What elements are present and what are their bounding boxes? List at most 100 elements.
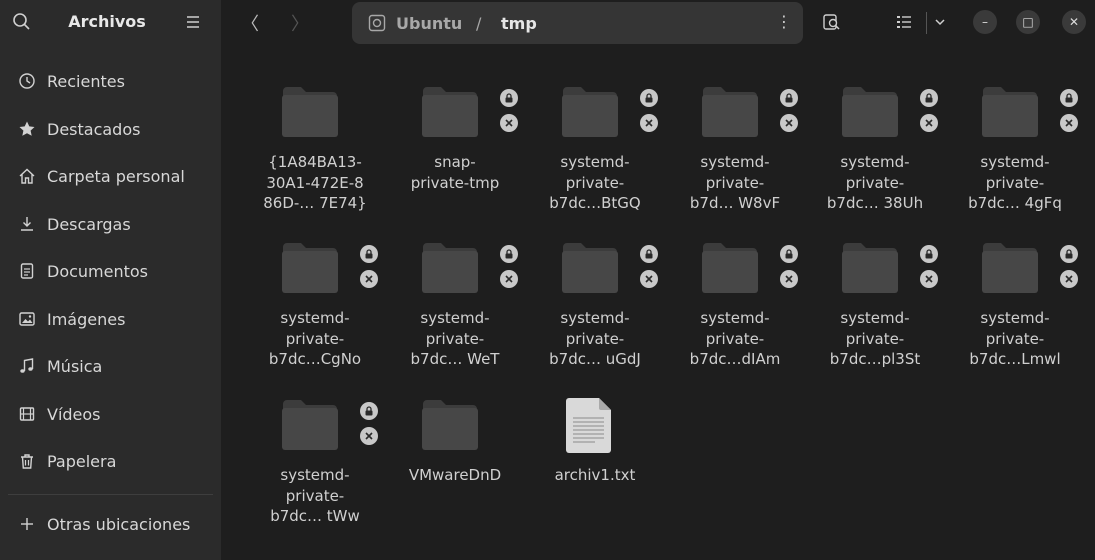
- sidebar-item-musica[interactable]: Música: [0, 346, 221, 386]
- header-bar: 〈 〉 Ubuntu / tmp ⋮ – □ ✕: [221, 0, 1095, 44]
- file-item[interactable]: VMwareDnD: [385, 398, 525, 548]
- sidebar-item-imagenes[interactable]: Imágenes: [0, 299, 221, 339]
- file-name: {1A84BA13- 30A1-472E-8 86D-… 7E74}: [263, 153, 367, 212]
- search-files-icon[interactable]: [817, 8, 847, 36]
- lock-icon: [360, 402, 378, 420]
- file-item[interactable]: systemd- private- b7dc… tWw: [245, 398, 385, 548]
- app-title: Archivos: [68, 12, 146, 31]
- path-segment-root[interactable]: Ubuntu: [396, 14, 462, 33]
- no-access-icon: [500, 114, 518, 132]
- sidebar-item-label: Descargas: [47, 214, 131, 234]
- file-item[interactable]: systemd- private- b7d… W8vF: [665, 85, 805, 235]
- no-access-icon: [1060, 114, 1078, 132]
- document-icon: [17, 261, 37, 281]
- sidebar-item-label: Música: [47, 356, 103, 376]
- folder-icon: [421, 85, 479, 137]
- minimize-button[interactable]: –: [973, 10, 997, 34]
- sidebar-item-papelera[interactable]: Papelera: [0, 441, 221, 481]
- sidebar-item-descargas[interactable]: Descargas: [0, 204, 221, 244]
- image-icon: [17, 309, 37, 329]
- music-icon: [17, 356, 37, 376]
- file-item[interactable]: systemd- private- b7dc… 4gFq: [945, 85, 1085, 235]
- sidebar-item-carpeta-personal[interactable]: Carpeta personal: [0, 156, 221, 196]
- folder-icon: [281, 241, 339, 293]
- folder-icon: [841, 241, 899, 293]
- chevron-down-icon[interactable]: [925, 8, 955, 36]
- trash-icon: [17, 451, 37, 471]
- file-name: systemd- private- b7dc… 38Uh: [826, 153, 924, 212]
- search-icon[interactable]: [12, 12, 32, 32]
- no-access-icon: [640, 114, 658, 132]
- sidebar-item-documentos[interactable]: Documentos: [0, 251, 221, 291]
- close-button[interactable]: ✕: [1062, 10, 1086, 34]
- sidebar-item-label: Papelera: [47, 451, 117, 471]
- sidebar-divider: [8, 494, 213, 495]
- disk-icon: [368, 14, 386, 32]
- hamburger-menu-icon[interactable]: [184, 12, 204, 32]
- list-view-icon[interactable]: [889, 8, 919, 36]
- path-segment-current[interactable]: tmp: [501, 14, 537, 33]
- sidebar-header: Archivos: [0, 0, 221, 44]
- sidebar-item-label: Documentos: [47, 261, 149, 281]
- folder-icon: [561, 85, 619, 137]
- sidebar-item-label: Otras ubicaciones: [47, 514, 191, 534]
- no-access-icon: [360, 270, 378, 288]
- path-bar[interactable]: Ubuntu / tmp ⋮: [352, 2, 803, 44]
- file-name: systemd- private- b7dc…CgNo: [268, 309, 362, 368]
- lock-icon: [640, 245, 658, 263]
- sidebar: Archivos Recientes Destacados Carpeta pe…: [0, 0, 221, 560]
- no-access-icon: [920, 270, 938, 288]
- folder-icon: [281, 398, 339, 450]
- file-item[interactable]: systemd- private- b7dc…pl3St: [805, 241, 945, 391]
- file-name: systemd- private- b7dc…dIAm: [689, 309, 781, 368]
- file-item[interactable]: archiv1.txt: [525, 398, 665, 548]
- sidebar-item-recientes[interactable]: Recientes: [0, 61, 221, 101]
- file-item[interactable]: {1A84BA13- 30A1-472E-8 86D-… 7E74}: [245, 85, 385, 235]
- file-name: systemd- private- b7dc… uGdJ: [549, 309, 641, 368]
- lock-icon: [780, 89, 798, 107]
- path-separator: /: [476, 14, 482, 33]
- lock-icon: [360, 245, 378, 263]
- sidebar-item-label: Carpeta personal: [47, 166, 185, 186]
- folder-icon: [981, 85, 1039, 137]
- folder-icon: [561, 241, 619, 293]
- folder-icon: [981, 241, 1039, 293]
- path-menu-button[interactable]: ⋮: [776, 12, 792, 34]
- back-button[interactable]: 〈: [235, 9, 265, 37]
- no-access-icon: [1060, 270, 1078, 288]
- sidebar-item-videos[interactable]: Vídeos: [0, 394, 221, 434]
- sidebar-item-other-locations[interactable]: Otras ubicaciones: [0, 504, 221, 544]
- file-name: systemd- private- b7dc… 4gFq: [968, 153, 1062, 212]
- text-file-icon: [561, 396, 619, 454]
- lock-icon: [780, 245, 798, 263]
- folder-icon: [281, 85, 339, 137]
- no-access-icon: [640, 270, 658, 288]
- file-item[interactable]: systemd- private- b7dc…BtGQ: [525, 85, 665, 235]
- no-access-icon: [780, 114, 798, 132]
- no-access-icon: [920, 114, 938, 132]
- no-access-icon: [360, 427, 378, 445]
- lock-icon: [920, 245, 938, 263]
- lock-icon: [640, 89, 658, 107]
- file-item[interactable]: systemd- private- b7dc… uGdJ: [525, 241, 665, 391]
- download-icon: [17, 214, 37, 234]
- video-icon: [17, 404, 37, 424]
- file-item[interactable]: systemd- private- b7dc…CgNo: [245, 241, 385, 391]
- file-name: systemd- private- b7dc…BtGQ: [549, 153, 641, 212]
- sidebar-item-label: Recientes: [47, 71, 125, 91]
- sidebar-item-label: Destacados: [47, 119, 141, 139]
- lock-icon: [500, 245, 518, 263]
- file-item[interactable]: systemd- private- b7dc…dIAm: [665, 241, 805, 391]
- lock-icon: [920, 89, 938, 107]
- forward-button[interactable]: 〉: [285, 9, 315, 37]
- lock-icon: [500, 89, 518, 107]
- file-item[interactable]: systemd- private- b7dc…Lmwl: [945, 241, 1085, 391]
- file-item[interactable]: systemd- private- b7dc… WeT: [385, 241, 525, 391]
- lock-icon: [1060, 245, 1078, 263]
- sidebar-item-destacados[interactable]: Destacados: [0, 109, 221, 149]
- maximize-button[interactable]: □: [1016, 10, 1040, 34]
- folder-icon: [421, 241, 479, 293]
- file-name: snap- private-tmp: [410, 153, 500, 192]
- file-item[interactable]: snap- private-tmp: [385, 85, 525, 235]
- file-item[interactable]: systemd- private- b7dc… 38Uh: [805, 85, 945, 235]
